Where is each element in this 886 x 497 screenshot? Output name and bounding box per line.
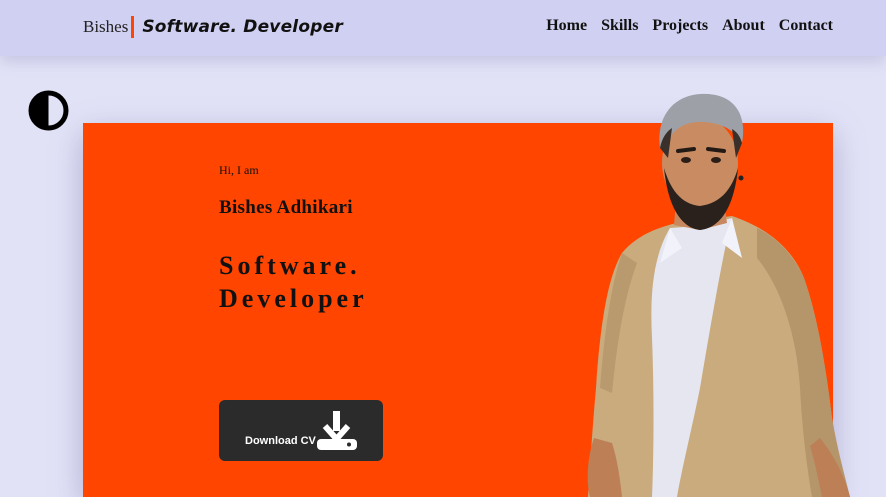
nav-link-about[interactable]: About	[722, 17, 765, 35]
brand-divider	[131, 16, 135, 38]
download-cv-label: Download CV	[245, 434, 316, 447]
nav-link-projects[interactable]: Projects	[652, 17, 708, 35]
nav-menu: Home Skills Projects About Contact	[546, 17, 833, 35]
brand-logo[interactable]: Bishes Software. Developer	[83, 15, 343, 39]
nav-link-home[interactable]: Home	[546, 17, 587, 35]
download-icon	[317, 411, 357, 450]
hero-role-line1: Software.	[219, 251, 361, 280]
hero-greeting: Hi, I am	[219, 163, 259, 177]
nav-link-contact[interactable]: Contact	[779, 17, 833, 35]
hero-role: Software. Developer	[219, 249, 368, 315]
navbar: Bishes Software. Developer Home Skills P…	[0, 0, 886, 56]
download-cv-button[interactable]: Download CV	[219, 400, 383, 461]
nav-link-skills[interactable]: Skills	[601, 17, 638, 35]
brand-role: Software. Developer	[142, 17, 343, 37]
contrast-icon	[28, 90, 69, 131]
hero-role-line2: Developer	[219, 284, 368, 313]
theme-toggle-button[interactable]	[28, 90, 69, 131]
hero-name: Bishes Adhikari	[219, 197, 353, 218]
profile-photo	[582, 88, 854, 497]
brand-name: Bishes	[83, 17, 129, 36]
